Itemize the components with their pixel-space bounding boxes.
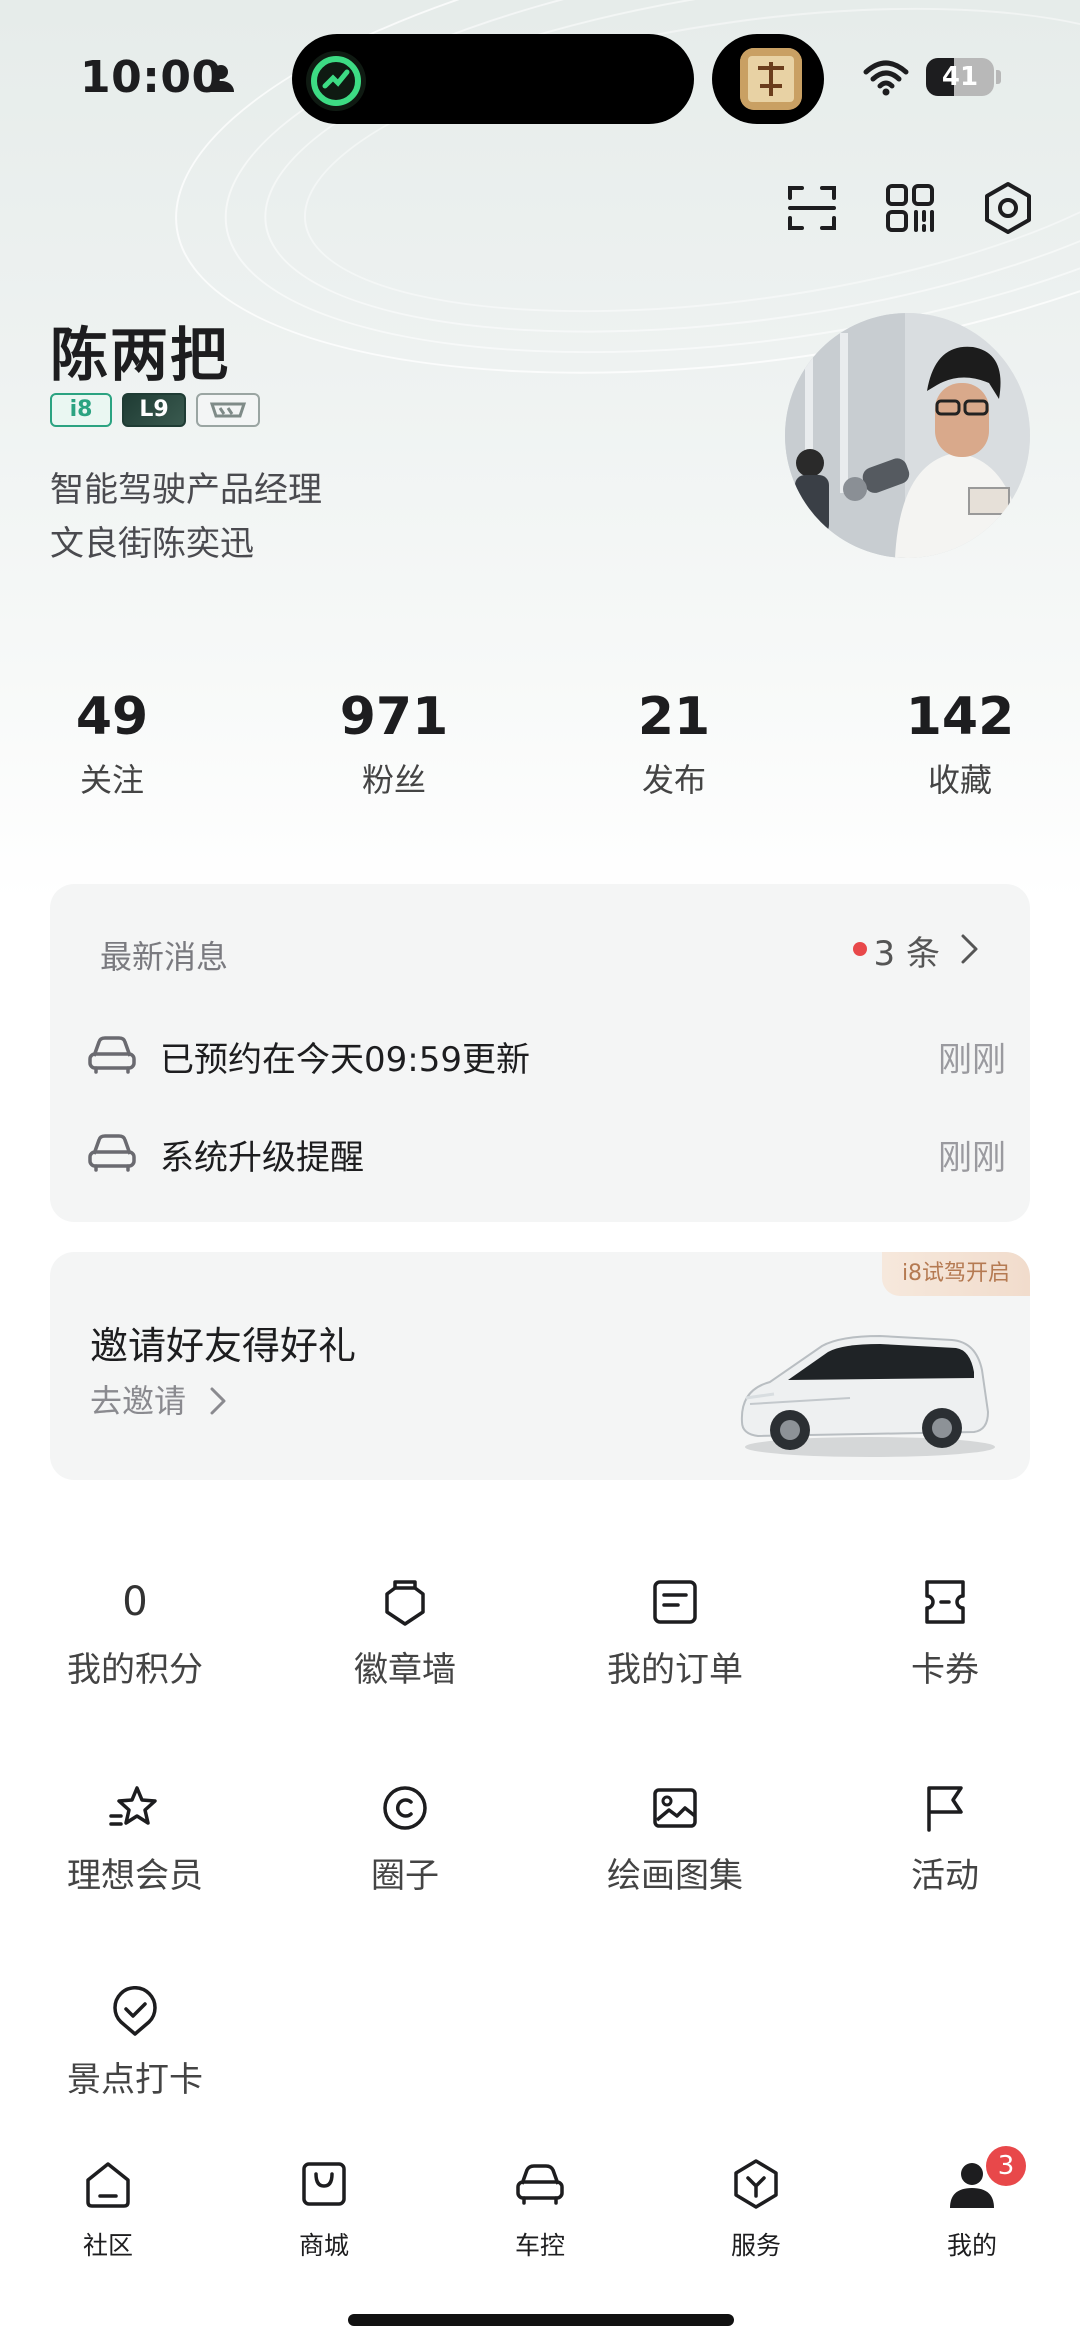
battery-level: 41	[941, 62, 979, 92]
grid-coupons[interactable]: 卡券	[845, 1576, 1045, 1691]
stat-label: 发布	[641, 761, 706, 799]
grid-label: 卡券	[911, 1650, 979, 1690]
invite-link-label: 去邀请	[90, 1382, 187, 1420]
checkin-icon	[113, 1986, 157, 2036]
stat-label: 收藏	[927, 761, 992, 799]
grid-label: 理想会员	[67, 1856, 203, 1896]
user-name: 陈两把	[50, 321, 231, 389]
car-image-icon	[740, 1334, 995, 1457]
tab-me[interactable]: 3 我的	[902, 2146, 1042, 2262]
stat-value: 142	[905, 687, 1015, 747]
circle-icon	[383, 1786, 427, 1830]
home-icon	[86, 2162, 130, 2208]
avatar[interactable]	[785, 313, 1030, 558]
tab-shop[interactable]: 商城	[254, 2156, 394, 2262]
tab-community[interactable]: 社区	[38, 2156, 178, 2262]
qr-code-icon[interactable]	[882, 180, 938, 236]
grid-label: 我的积分	[67, 1650, 203, 1690]
tab-label: 商城	[298, 2231, 349, 2260]
car-icon	[88, 1036, 136, 1074]
settings-icon[interactable]	[980, 180, 1036, 236]
vehicle-badge-l9[interactable]: L9	[122, 393, 186, 427]
service-icon	[734, 2159, 778, 2209]
scan-icon[interactable]	[784, 180, 840, 236]
shop-icon	[302, 2162, 346, 2206]
tab-label: 我的	[946, 2231, 997, 2260]
messages-count[interactable]: 3 条	[874, 926, 940, 975]
stat-value: 971	[339, 687, 449, 747]
test-drive-tag: i8试驾开启	[882, 1252, 1030, 1296]
grid-my-points[interactable]: 0 我的积分	[35, 1576, 235, 1691]
battery-nub	[996, 70, 1001, 84]
stat-followers[interactable]: 971 粉丝	[324, 685, 464, 801]
coupon-icon	[925, 1580, 965, 1624]
grid-label: 绘画图集	[607, 1856, 743, 1896]
notification-badge: 3	[986, 2146, 1026, 2186]
chevron-right-icon	[210, 1387, 226, 1415]
message-time: 刚刚	[938, 1040, 1006, 1080]
order-icon	[653, 1580, 697, 1624]
messages-title: 最新消息	[100, 938, 229, 976]
vehicle-badge-logo-icon[interactable]	[196, 393, 260, 427]
message-time: 刚刚	[938, 1138, 1006, 1178]
stat-favorites[interactable]: 142 收藏	[890, 685, 1030, 801]
message-text: 已预约在今天09:59更新	[160, 1040, 530, 1080]
grid-spot-checkin[interactable]: 景点打卡	[35, 1986, 235, 2101]
latest-messages-card[interactable]: 最新消息 3 条 已预约在今天09:59更新 刚刚 系统升级提醒 刚刚	[50, 884, 1030, 1222]
grid-label: 圈子	[371, 1856, 439, 1896]
status-bar: 10:00 41	[0, 0, 1080, 150]
points-value: 0	[122, 1579, 148, 1625]
car-icon	[516, 2164, 564, 2205]
tab-label: 社区	[82, 2231, 133, 2260]
battery-indicator: 41	[926, 58, 994, 96]
media-thumbnail-icon	[740, 48, 802, 110]
home-indicator[interactable]	[348, 2314, 734, 2326]
badge-icon	[385, 1580, 425, 1626]
stat-value: 21	[637, 687, 711, 747]
user-bio: 文良街陈奕迅	[50, 524, 254, 564]
stat-value: 49	[75, 687, 149, 747]
grid-label: 徽章墙	[354, 1650, 456, 1690]
grid-art-gallery[interactable]: 绘画图集	[575, 1782, 775, 1897]
tab-service[interactable]: 服务	[686, 2156, 826, 2262]
star-icon	[109, 1786, 157, 1826]
tab-vehicle-control[interactable]: 车控	[470, 2156, 610, 2262]
invite-title: 邀请好友得好礼	[90, 1324, 357, 1368]
wifi-icon	[863, 60, 909, 96]
flag-icon	[927, 1786, 963, 1832]
grid-activities[interactable]: 活动	[845, 1782, 1045, 1897]
grid-label: 活动	[911, 1856, 979, 1896]
person-icon	[208, 65, 234, 92]
car-icon	[88, 1134, 136, 1172]
tab-label: 服务	[730, 2231, 781, 2260]
unread-dot	[853, 942, 867, 956]
status-time: 10:00	[80, 52, 223, 103]
stat-posts[interactable]: 21 发布	[614, 685, 734, 801]
grid-my-orders[interactable]: 我的订单	[575, 1576, 775, 1691]
grid-badge-wall[interactable]: 徽章墙	[305, 1576, 505, 1691]
vehicle-badge-i8[interactable]: i8	[50, 393, 112, 427]
live-activity-icon	[306, 51, 366, 111]
grid-label: 我的订单	[607, 1650, 743, 1690]
invite-link[interactable]: 去邀请	[90, 1376, 228, 1422]
message-text: 系统升级提醒	[160, 1138, 364, 1178]
user-title: 智能驾驶产品经理	[50, 470, 322, 510]
image-icon	[653, 1788, 697, 1828]
stat-label: 粉丝	[361, 761, 426, 799]
message-item[interactable]: 已预约在今天09:59更新 刚刚	[86, 1026, 1006, 1086]
invite-friends-card[interactable]: i8试驾开启 邀请好友得好礼 去邀请	[50, 1252, 1030, 1480]
message-item[interactable]: 系统升级提醒 刚刚	[86, 1124, 1006, 1184]
grid-label: 景点打卡	[67, 2060, 203, 2100]
grid-membership[interactable]: 理想会员	[35, 1782, 235, 1897]
stat-following[interactable]: 49 关注	[52, 685, 172, 801]
grid-circles[interactable]: 圈子	[305, 1782, 505, 1897]
tab-label: 车控	[514, 2231, 565, 2260]
chevron-right-icon[interactable]	[958, 932, 982, 966]
stat-label: 关注	[79, 761, 144, 799]
